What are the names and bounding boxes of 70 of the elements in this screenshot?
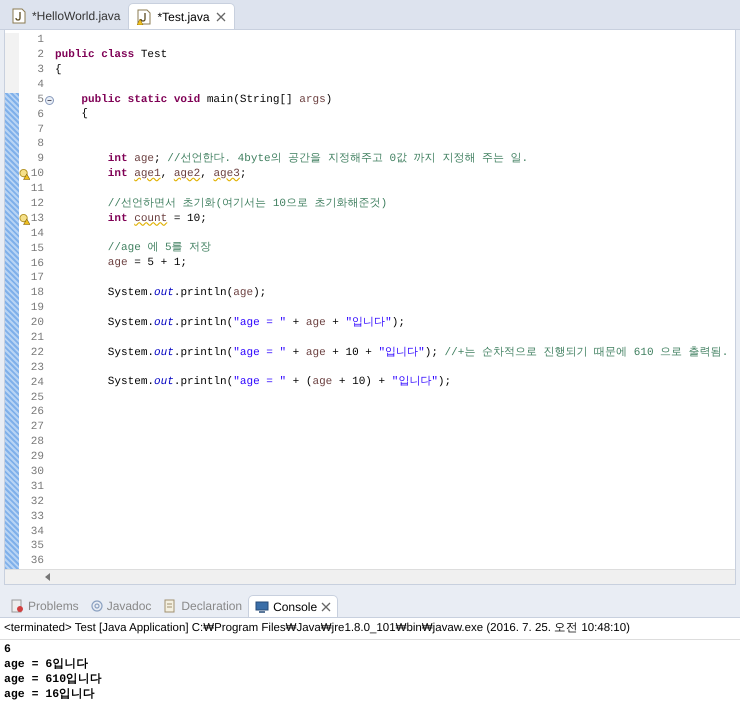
line-number: 9	[36, 152, 44, 168]
panel-tab[interactable]: Console	[248, 595, 338, 617]
warning-bulb-icon[interactable]	[19, 168, 30, 180]
line-number: 20	[30, 316, 44, 332]
close-icon[interactable]	[216, 12, 226, 22]
line-number: 19	[30, 301, 44, 316]
line-number: 27	[30, 420, 44, 436]
line-number: 7	[36, 122, 44, 138]
console-output-line: age = 6입니다	[4, 657, 90, 672]
line-number: 1	[36, 33, 44, 48]
code-line: //age 에 5를 저장	[106, 243, 212, 254]
monitor-icon	[255, 600, 270, 614]
line-number: 5	[36, 92, 44, 108]
code-line: public static void main(String[] args)	[80, 94, 332, 106]
close-icon[interactable]	[321, 602, 332, 612]
line-number: 35	[30, 539, 44, 554]
code-line: System.out.println(age);	[106, 288, 266, 300]
line-number: 29	[30, 450, 44, 466]
document-icon	[163, 599, 178, 613]
line-number: 8	[36, 137, 44, 152]
console-header: <terminated> Test [Java Application] C:₩Program Files₩Java₩jre1.8.0_101₩bin₩javaw.exe (2016. 7. 25. 오전 10:48:10)	[0, 618, 740, 640]
line-number: 26	[30, 405, 44, 420]
left-arrow-icon[interactable]	[45, 573, 51, 582]
line-number: 30	[30, 465, 44, 480]
line-number: 3	[36, 62, 44, 78]
code-line: int age; //선언한다. 4byte의 공간을 지정해주고 0값 까지 지정해 주는 일.	[106, 154, 528, 166]
console-output-line: age = 610입니다	[4, 672, 104, 688]
line-number: 36	[30, 554, 44, 570]
line-number: 34	[30, 524, 44, 540]
line-number: 11	[30, 182, 44, 198]
code-line: System.out.println("age = " + age + "입니다");	[106, 318, 405, 329]
code-line: int count = 10;	[106, 214, 207, 225]
line-number: 25	[30, 390, 44, 406]
line-number: 24	[30, 376, 44, 391]
horizontal-scrollbar[interactable]	[5, 569, 735, 584]
code-line: age = 5 + 1;	[106, 258, 188, 270]
java-file-icon	[137, 8, 152, 24]
line-number: 32	[30, 494, 44, 510]
line-number: 18	[30, 286, 44, 302]
code-line: {	[55, 64, 62, 76]
collapse-icon[interactable]	[45, 96, 54, 104]
line-number: 6	[36, 108, 44, 123]
line-number: 31	[30, 480, 44, 495]
code-line: System.out.println("age = " + age + 10 + "입니다"); //+는 순차적으로 진행되기 때문에 610 으로 출력됨.	[106, 348, 728, 359]
code-line: {	[80, 109, 88, 120]
console-output-line: age = 16입니다	[4, 687, 96, 702]
problems-icon	[10, 599, 24, 613]
code-line: System.out.println("age = " + (age + 10) + "입니다");	[106, 377, 452, 388]
line-number: 28	[30, 435, 44, 450]
editor-tab[interactable]: *Test.java	[128, 3, 235, 29]
line-number: 13	[30, 212, 44, 227]
line-number: 22	[30, 346, 44, 361]
line-number: 12	[30, 197, 44, 212]
java-file-icon	[12, 8, 26, 24]
warning-bulb-icon[interactable]	[19, 213, 30, 226]
line-number: 16	[30, 256, 44, 272]
line-number: 2	[36, 48, 44, 64]
code-line: int age1, age2, age3;	[106, 168, 246, 180]
line-number: 23	[30, 360, 44, 376]
console-output-line: 6	[4, 642, 12, 658]
line-number: 10	[30, 167, 44, 182]
line-number: 4	[36, 78, 44, 93]
line-number: 15	[30, 242, 44, 257]
editor-tab[interactable]: *HelloWorld.java	[4, 3, 128, 29]
code-line: //선언하면서 초기화(여기서는 10으로 초기화해준것)	[106, 198, 388, 210]
line-number: 14	[30, 226, 44, 242]
line-number: 17	[30, 271, 44, 286]
code-line: public class Test	[55, 50, 168, 61]
line-number: 21	[30, 331, 44, 346]
line-number: 33	[30, 510, 44, 525]
